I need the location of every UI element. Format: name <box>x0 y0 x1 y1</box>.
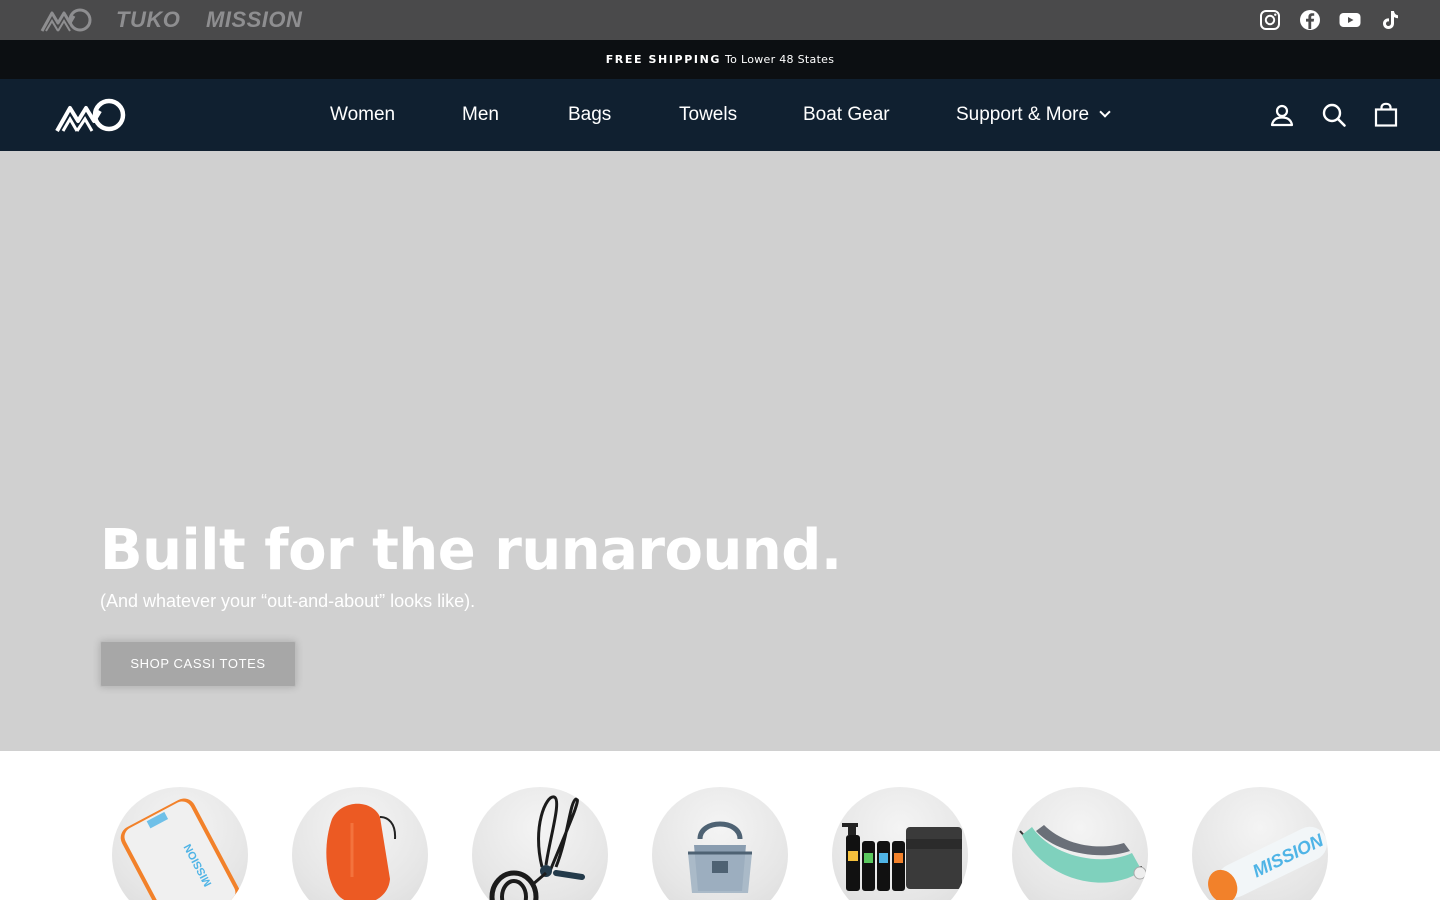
cleaning-kit-icon[interactable] <box>832 787 968 900</box>
hero-subtitle: (And whatever your “out-and-about” looks… <box>100 591 476 611</box>
youtube-icon[interactable] <box>1338 8 1362 32</box>
dock-line-icon[interactable] <box>472 787 608 900</box>
hero-banner: Built for the runaround. (And whatever y… <box>0 151 1440 751</box>
hero-title: Built for the runaround. <box>100 518 842 583</box>
nav-item-support-label: Support & More <box>956 104 1090 125</box>
mission-roller-icon[interactable]: MISSION <box>1192 787 1328 900</box>
mo-logo-home-link[interactable] <box>55 96 127 134</box>
brand-bar: TUKO MISSION <box>0 0 1440 40</box>
mission-brand-link[interactable]: MISSION <box>206 8 302 32</box>
mo-logo-icon[interactable] <box>40 7 92 33</box>
category-carousel: MISSION MISSION <box>0 751 1440 900</box>
announcement-strong: FREE SHIPPING <box>605 53 722 66</box>
boat-fender-icon[interactable] <box>292 787 428 900</box>
shop-cassi-totes-button[interactable]: SHOP CASSI TOTES <box>100 641 296 687</box>
account-icon[interactable] <box>1268 101 1296 129</box>
search-icon[interactable] <box>1320 101 1348 129</box>
nav-item-bags[interactable]: Bags <box>568 79 611 151</box>
chevron-down-icon <box>1099 106 1111 118</box>
nav-item-women[interactable]: Women <box>330 79 395 151</box>
tote-bag-icon[interactable] <box>652 787 788 900</box>
announcement-bar: FREE SHIPPING To Lower 48 States <box>0 40 1440 79</box>
cart-icon[interactable] <box>1372 101 1400 129</box>
nav-item-men[interactable]: Men <box>462 79 499 151</box>
floating-mat-icon[interactable]: MISSION <box>112 787 248 900</box>
instagram-icon[interactable] <box>1258 8 1282 32</box>
tuko-brand-link[interactable]: TUKO <box>116 8 180 32</box>
tiktok-icon[interactable] <box>1378 8 1402 32</box>
facebook-icon[interactable] <box>1298 8 1322 32</box>
announcement-text: To Lower 48 States <box>725 53 835 66</box>
nav-item-boat-gear[interactable]: Boat Gear <box>803 79 890 151</box>
main-nav: Women Men Bags Towels Boat Gear Support … <box>0 79 1440 151</box>
hammock-icon[interactable] <box>1012 787 1148 900</box>
nav-item-towels[interactable]: Towels <box>679 79 737 151</box>
nav-item-support-more[interactable]: Support & More <box>956 79 1111 151</box>
